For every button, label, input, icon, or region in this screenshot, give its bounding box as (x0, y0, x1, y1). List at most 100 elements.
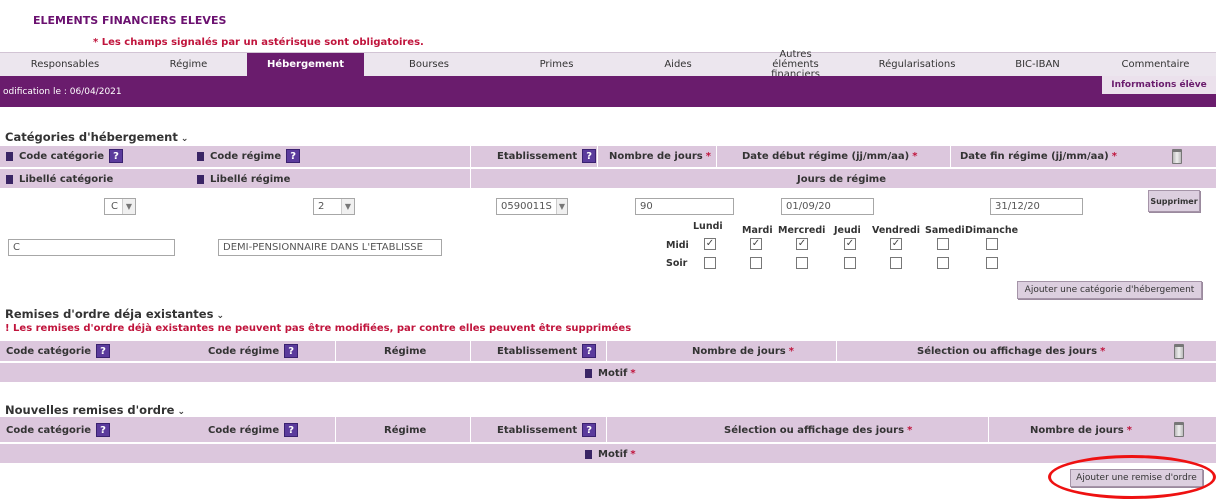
libelle-categorie-input[interactable] (8, 239, 175, 256)
badge-icon (197, 151, 204, 161)
header-etablissement: Etablissement? (497, 417, 597, 443)
soir-vendredi-checkbox[interactable] (890, 257, 902, 269)
midi-samedi-checkbox[interactable] (937, 238, 949, 250)
ajouter-categorie-hebergement-button[interactable]: Ajouter une catégorie d'hébergement (1017, 281, 1202, 299)
header-code-categorie: Code catégorie? (6, 417, 111, 443)
help-icon[interactable]: ? (582, 149, 597, 163)
header-date-debut: Date début régime (jj/mm/aa) * (742, 150, 918, 162)
help-icon[interactable]: ? (109, 149, 124, 163)
tab-aides[interactable]: Aides (619, 53, 737, 77)
header-libelle-regime: Libellé régime (197, 169, 290, 189)
highlight-annotation (1048, 455, 1216, 499)
modification-date: odification le : 06/04/2021 (3, 87, 122, 97)
tab-bic-iban[interactable]: BIC-IBAN (980, 53, 1095, 77)
tab-regularisations[interactable]: Régularisations (854, 53, 980, 77)
header-regime: Régime (384, 424, 427, 436)
trash-icon[interactable] (1174, 422, 1184, 437)
chevron-down-icon: ▼ (341, 199, 354, 214)
tab-primes[interactable]: Primes (494, 53, 619, 77)
header-nombre-jours: Nombre de jours * (692, 345, 794, 357)
badge-icon (197, 174, 204, 184)
header-date-fin: Date fin régime (jj/mm/aa) * (960, 150, 1117, 162)
midi-jeudi-checkbox[interactable]: ✓ (844, 238, 856, 250)
status-bar: odification le : 06/04/2021 Informations… (0, 76, 1216, 107)
section-hebergement-label: Catégories d'hébergement (5, 130, 178, 144)
header-regime: Régime (384, 345, 427, 357)
etablissement-select[interactable]: 0590011S ▼ (496, 198, 568, 215)
badge-icon (585, 368, 592, 378)
header-etablissement: Etablissement? (497, 341, 597, 361)
midi-lundi-checkbox[interactable]: ✓ (704, 238, 716, 250)
header-jours-regime: Jours de régime (797, 173, 886, 185)
section-hebergement-title: Catégories d'hébergement ⌄ (5, 130, 188, 144)
day-mercredi-label: Mercredi (778, 225, 826, 236)
remises-existantes-header-row: Code catégorie? Code régime? Régime Etab… (0, 340, 1216, 362)
header-code-regime: Code régime? (208, 417, 299, 443)
midi-mercredi-checkbox[interactable]: ✓ (796, 238, 808, 250)
soir-dimanche-checkbox[interactable] (986, 257, 998, 269)
date-fin-input[interactable] (990, 198, 1083, 215)
section-remises-existantes-label: Remises d'ordre déja existantes (5, 307, 214, 321)
header-code-regime: Code régime? (197, 146, 301, 166)
chevron-down-icon[interactable]: ⌄ (181, 134, 189, 144)
chevron-down-icon[interactable]: ⌄ (216, 311, 224, 321)
day-lundi-label: Lundi (693, 221, 723, 232)
section-nouvelles-remises-title: Nouvelles remises d'ordre ⌄ (5, 403, 185, 417)
trash-icon[interactable] (1172, 149, 1182, 164)
nombre-jours-input[interactable] (635, 198, 734, 215)
remises-existantes-motif-row: Motif * (0, 362, 1216, 382)
soir-mardi-checkbox[interactable] (750, 257, 762, 269)
help-icon[interactable]: ? (284, 344, 299, 358)
midi-vendredi-checkbox[interactable]: ✓ (890, 238, 902, 250)
help-icon[interactable]: ? (582, 423, 597, 437)
badge-icon (6, 151, 13, 161)
header-nombre-jours: Nombre de jours * (1030, 424, 1132, 436)
mandatory-note: * Les champs signalés par un astérisque … (93, 37, 424, 48)
tab-commentaire[interactable]: Commentaire (1095, 53, 1216, 77)
header-selection-jours: Sélection ou affichage des jours * (724, 424, 913, 436)
help-icon[interactable]: ? (286, 149, 301, 163)
soir-label: Soir (666, 258, 688, 269)
chevron-down-icon: ▼ (122, 199, 135, 214)
remises-warning: ! Les remises d'ordre déjà existantes ne… (5, 323, 632, 334)
date-debut-input[interactable] (781, 198, 874, 215)
hebergement-header-row-1: Code catégorie? Code régime? Etablisseme… (0, 145, 1216, 168)
section-nouvelles-remises-label: Nouvelles remises d'ordre (5, 403, 175, 417)
header-motif: Motif * (585, 363, 636, 383)
help-icon[interactable]: ? (284, 423, 299, 437)
soir-samedi-checkbox[interactable] (937, 257, 949, 269)
header-etablissement: Etablissement? (497, 146, 597, 166)
tab-responsables[interactable]: Responsables (0, 53, 130, 77)
help-icon[interactable]: ? (96, 344, 111, 358)
header-code-regime: Code régime? (208, 341, 299, 361)
tab-hebergement[interactable]: Hébergement (247, 53, 364, 77)
midi-label: Midi (666, 240, 689, 251)
help-icon[interactable]: ? (96, 423, 111, 437)
day-dimanche-label: Dimanche (965, 225, 1019, 236)
nouvelles-remises-motif-row: Motif * (0, 443, 1216, 463)
code-regime-select[interactable]: 2 ▼ (313, 198, 355, 215)
page-title: ELEMENTS FINANCIERS ELEVES (33, 14, 227, 27)
hebergement-header-row-2: Libellé catégorie Libellé régime Jours d… (0, 168, 1216, 189)
soir-jeudi-checkbox[interactable] (844, 257, 856, 269)
libelle-regime-input[interactable] (218, 239, 442, 256)
code-categorie-select[interactable]: C ▼ (104, 198, 136, 215)
help-icon[interactable]: ? (582, 344, 597, 358)
day-vendredi-label: Vendredi (872, 225, 921, 236)
day-mardi-label: Mardi (742, 225, 773, 236)
midi-mardi-checkbox[interactable]: ✓ (750, 238, 762, 250)
midi-dimanche-checkbox[interactable] (986, 238, 998, 250)
tab-regime[interactable]: Régime (130, 53, 247, 77)
tab-bourses[interactable]: Bourses (364, 53, 494, 77)
trash-icon[interactable] (1174, 344, 1184, 359)
nouvelles-remises-header-row: Code catégorie? Code régime? Régime Etab… (0, 416, 1216, 443)
header-nombre-jours: Nombre de jours * (609, 150, 711, 162)
tab-autres-elements-financiers[interactable]: Autres éléments financiers (737, 50, 854, 80)
supprimer-button[interactable]: Supprimer (1148, 190, 1200, 212)
chevron-down-icon: ▼ (555, 199, 567, 214)
soir-lundi-checkbox[interactable] (704, 257, 716, 269)
header-code-categorie: Code catégorie? (6, 146, 124, 166)
header-libelle-categorie: Libellé catégorie (6, 169, 113, 189)
informations-eleve-button[interactable]: Informations élève (1102, 76, 1216, 94)
soir-mercredi-checkbox[interactable] (796, 257, 808, 269)
